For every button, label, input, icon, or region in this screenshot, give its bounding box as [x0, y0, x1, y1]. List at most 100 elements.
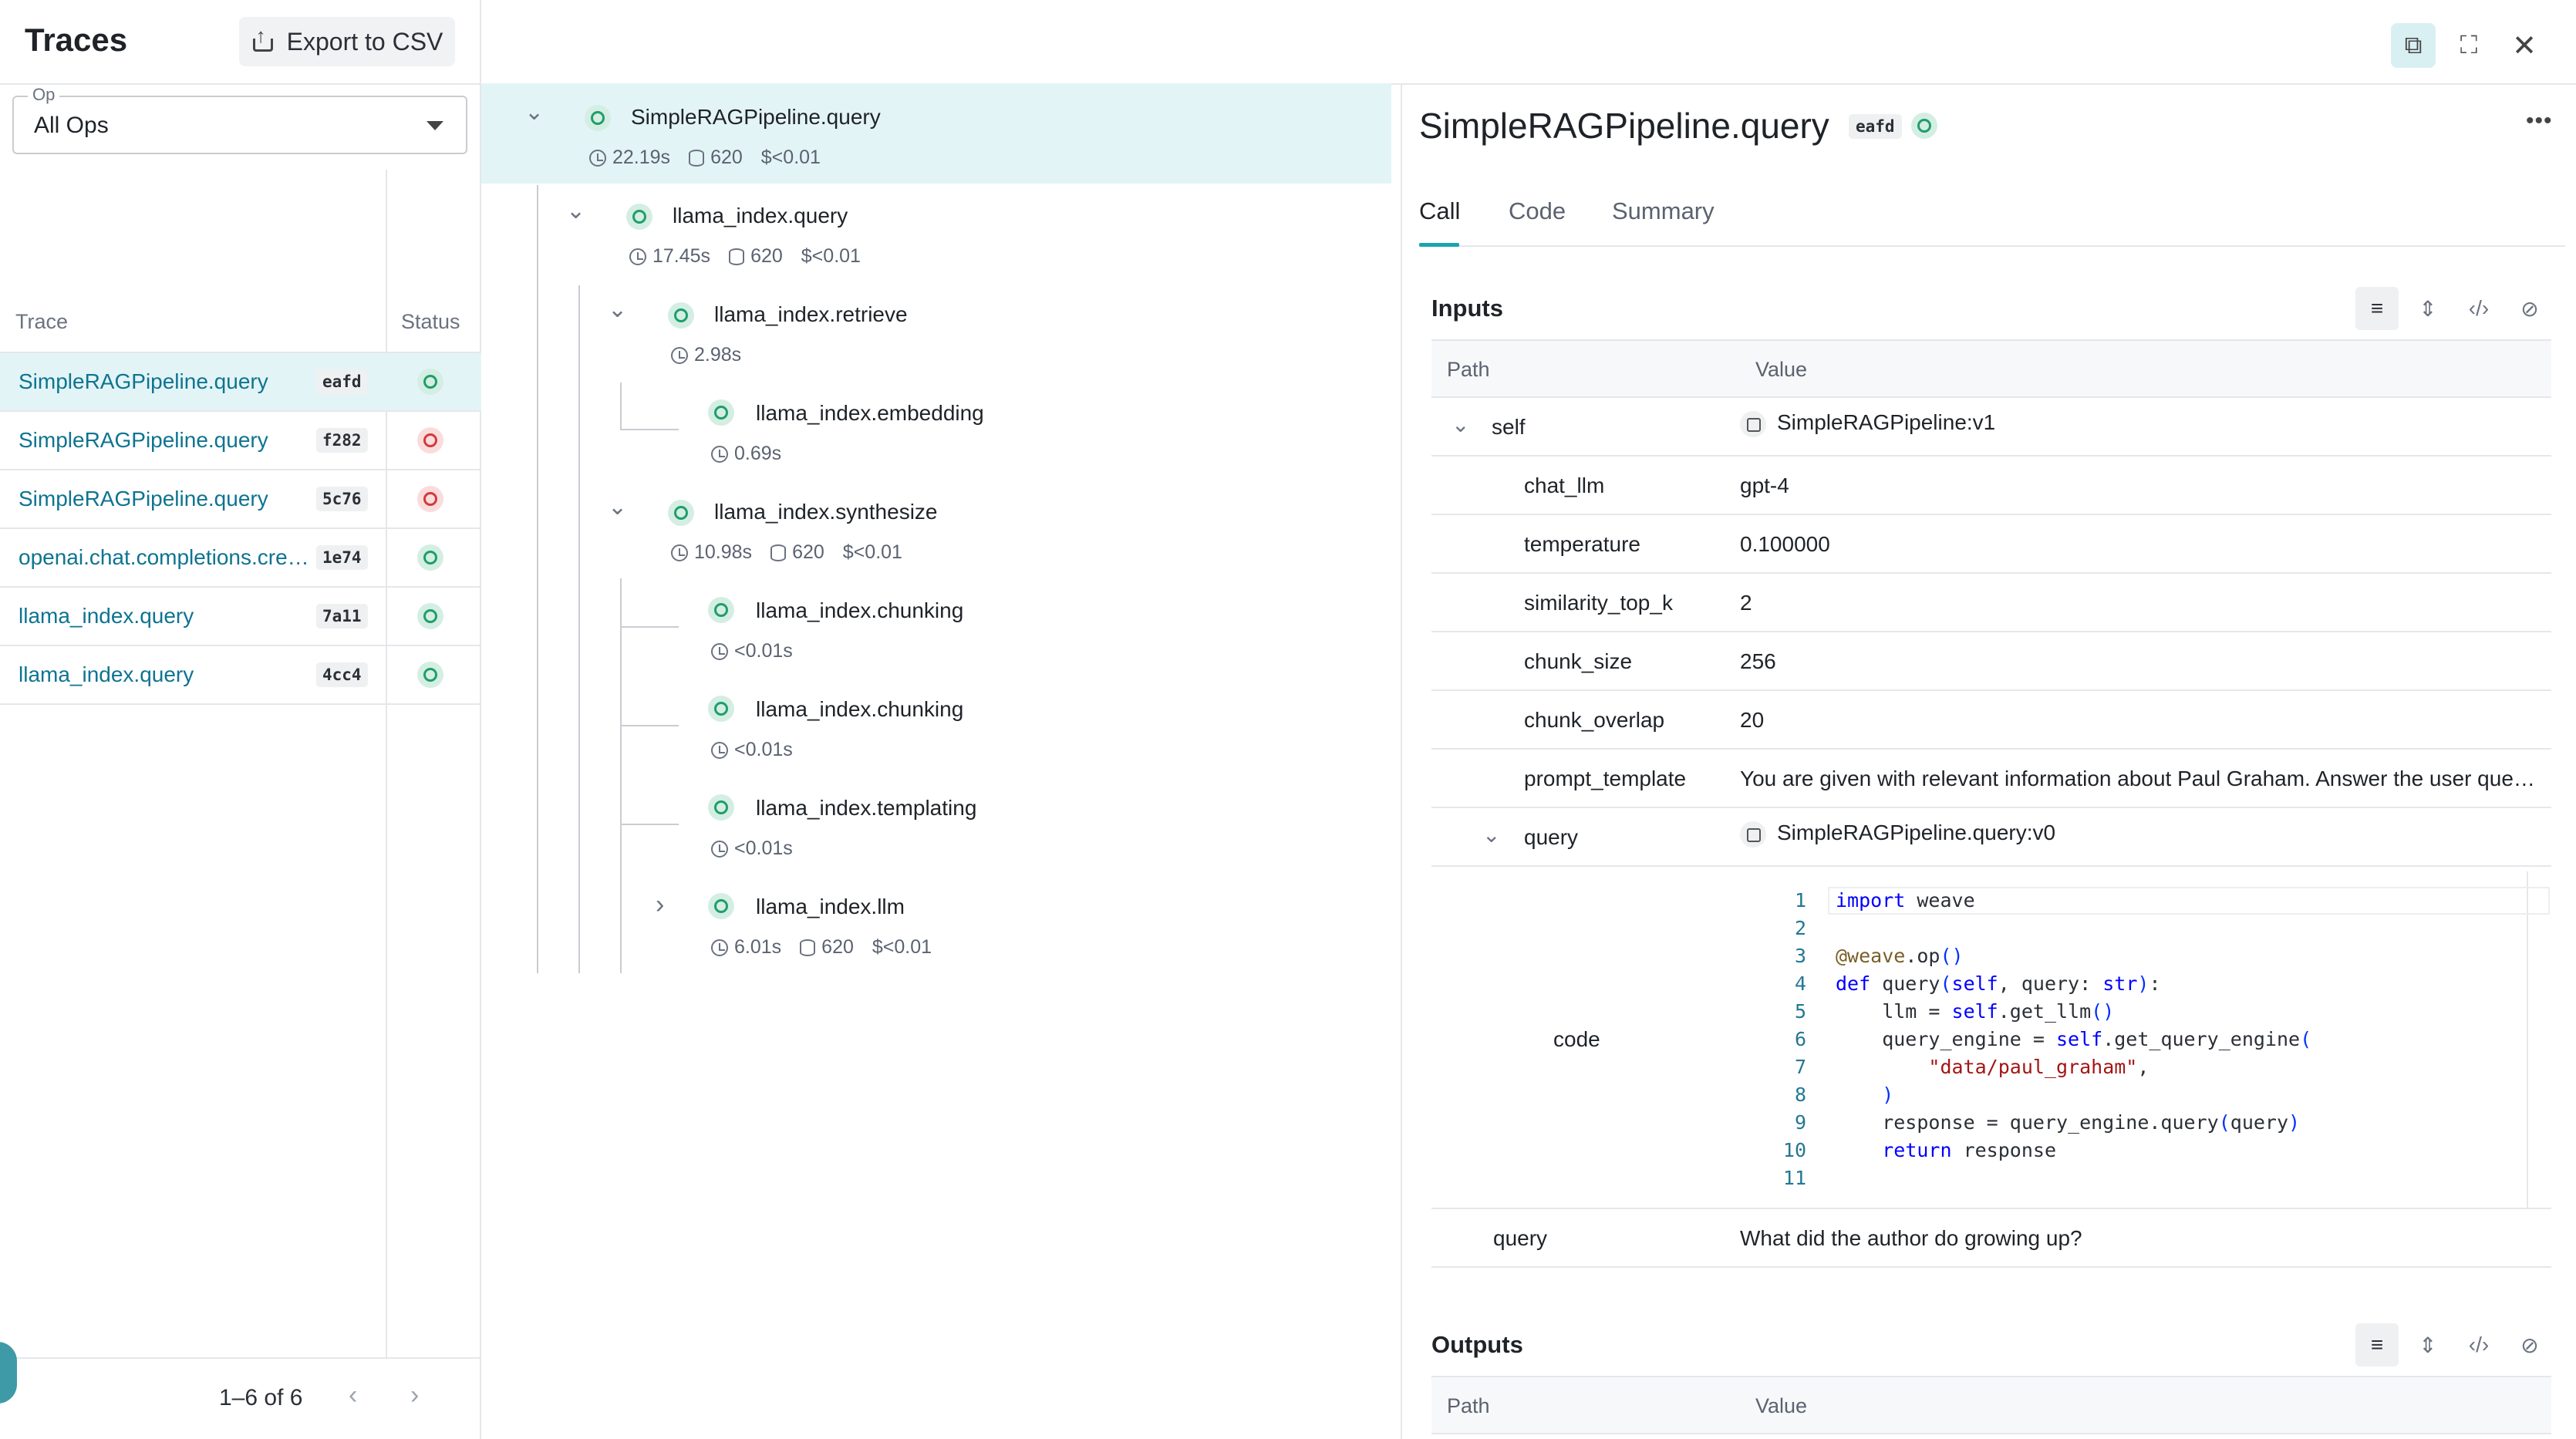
node-meta: <0.01s — [711, 640, 793, 662]
chevron-down-icon[interactable]: ⌄ — [608, 296, 627, 323]
node-name: llama_index.chunking — [756, 697, 964, 721]
chevron-right-icon[interactable]: › — [656, 890, 664, 920]
code-line: "data/paul_graham", — [1928, 1056, 2149, 1078]
table-row[interactable]: SimpleRAGPipeline.query f282 — [0, 412, 481, 470]
node-name: llama_index.query — [673, 204, 848, 227]
active-tab-indicator — [1419, 243, 1459, 247]
table-row[interactable]: llama_index.query 4cc4 — [0, 646, 481, 705]
input-key: query — [1493, 1226, 1548, 1250]
node-meta: 22.19s 620 $<0.01 — [589, 147, 821, 169]
input-row-query-ref[interactable]: ⌄ query SimpleRAGPipeline.query:v0 — [1431, 808, 2551, 867]
tree-connector — [537, 185, 538, 973]
trace-id-badge: eafd — [316, 369, 368, 394]
node-time: 2.98s — [694, 344, 742, 366]
trace-name-link[interactable]: SimpleRAGPipeline.query — [19, 428, 268, 453]
divider — [1419, 245, 2565, 247]
code-view-icon[interactable]: ‹/› — [2457, 1323, 2500, 1367]
trace-name-link[interactable]: llama_index.query — [19, 662, 194, 687]
hide-icon[interactable]: ⊘ — [2508, 287, 2551, 330]
expand-icon[interactable]: ⇕ — [2406, 287, 2450, 330]
chevron-down-icon[interactable]: ⌄ — [566, 197, 585, 224]
input-row: chunk_size 256 — [1431, 632, 2551, 691]
split-view-icon[interactable]: ⧉ — [2391, 23, 2436, 68]
chevron-right-icon[interactable]: › — [410, 1380, 419, 1410]
traces-title: Traces — [25, 22, 128, 58]
input-key: temperature — [1524, 532, 1640, 556]
node-tokens: 620 — [750, 245, 783, 267]
divider — [0, 1357, 481, 1359]
table-row[interactable]: openai.chat.completions.cre… 1e74 — [0, 529, 481, 588]
trace-name-link[interactable]: llama_index.query — [19, 604, 194, 629]
clock-icon — [629, 248, 646, 265]
tree-connector — [620, 578, 622, 973]
hide-icon[interactable]: ⊘ — [2508, 1323, 2551, 1367]
tab-code[interactable]: Code — [1509, 197, 1566, 225]
list-view-icon[interactable]: ≡ — [2355, 287, 2399, 330]
chevron-left-icon[interactable]: ‹ — [349, 1380, 357, 1410]
input-key: chunk_overlap — [1524, 708, 1665, 732]
clock-icon — [589, 149, 606, 167]
object-icon — [1740, 410, 1766, 437]
input-row: chunk_overlap 20 — [1431, 691, 2551, 750]
expand-icon[interactable]: ⇕ — [2406, 1323, 2450, 1367]
input-row: chat_llm gpt-4 — [1431, 457, 2551, 515]
input-key: self — [1492, 415, 1526, 439]
more-options-icon[interactable]: ••• — [2526, 108, 2553, 134]
trace-name-link[interactable]: SimpleRAGPipeline.query — [19, 369, 268, 394]
object-ref-link[interactable]: SimpleRAGPipeline:v1 — [1777, 410, 1995, 434]
column-header-trace[interactable]: Trace — [15, 310, 68, 334]
trace-id-badge: 1e74 — [316, 545, 368, 570]
outputs-title: Outputs — [1431, 1331, 1523, 1358]
fullscreen-icon[interactable]: ⛶ — [2446, 23, 2491, 68]
column-header-status[interactable]: Status — [401, 310, 460, 334]
tree-connector — [620, 382, 622, 429]
chevron-down-icon[interactable]: ⌄ — [524, 99, 544, 126]
success-status-icon — [585, 105, 611, 131]
op-ref-link[interactable]: SimpleRAGPipeline.query:v0 — [1777, 821, 2055, 844]
trace-id-badge: 7a11 — [316, 604, 368, 629]
chevron-down-icon[interactable]: ⌄ — [1452, 412, 1469, 437]
column-header-value: Value — [1755, 1394, 1808, 1417]
node-cost: $<0.01 — [801, 245, 861, 267]
chevron-down-icon[interactable]: ⌄ — [608, 494, 627, 521]
chevron-down-icon[interactable] — [427, 121, 443, 130]
node-time: <0.01s — [734, 739, 793, 760]
chevron-down-icon[interactable]: ⌄ — [1482, 822, 1500, 848]
outputs-toolbar: ≡ ⇕ ‹/› ⊘ — [2355, 1323, 2551, 1367]
input-key: chunk_size — [1524, 649, 1633, 673]
table-row[interactable]: llama_index.query 7a11 — [0, 588, 481, 646]
node-meta: <0.01s — [711, 837, 793, 860]
line-number: 5 — [1794, 1000, 1806, 1023]
input-row-self[interactable]: ⌄ self SimpleRAGPipeline:v1 — [1431, 398, 2551, 457]
tokens-icon — [770, 544, 787, 561]
export-icon — [251, 24, 275, 53]
close-icon[interactable]: ✕ — [2502, 23, 2547, 68]
success-status-icon — [417, 369, 443, 395]
success-status-icon — [417, 662, 443, 688]
line-number: 9 — [1794, 1111, 1806, 1134]
line-number: 4 — [1794, 972, 1806, 995]
node-cost: $<0.01 — [872, 936, 932, 958]
input-value[interactable]: SimpleRAGPipeline:v1 — [1740, 410, 1995, 437]
node-tokens: 620 — [710, 147, 743, 168]
trace-name-link[interactable]: openai.chat.completions.cre… — [19, 545, 309, 570]
column-header-value: Value — [1755, 358, 1808, 381]
line-number: 2 — [1794, 917, 1806, 939]
table-row[interactable]: SimpleRAGPipeline.query 5c76 — [0, 470, 481, 529]
line-number: 10 — [1782, 1139, 1806, 1161]
trace-tree — [481, 83, 1401, 1439]
success-status-icon — [417, 544, 443, 571]
code-view-icon[interactable]: ‹/› — [2457, 287, 2500, 330]
export-csv-label: Export to CSV — [286, 27, 443, 56]
tab-summary[interactable]: Summary — [1612, 197, 1715, 225]
list-view-icon[interactable]: ≡ — [2355, 1323, 2399, 1367]
table-row[interactable]: SimpleRAGPipeline.query eafd — [0, 353, 481, 412]
input-value[interactable]: SimpleRAGPipeline.query:v0 — [1740, 821, 2055, 848]
tab-call[interactable]: Call — [1419, 197, 1460, 225]
pagination-text: 1–6 of 6 — [219, 1385, 303, 1410]
input-row: temperature 0.100000 — [1431, 515, 2551, 574]
export-csv-button[interactable]: Export to CSV — [239, 17, 455, 66]
trace-name-link[interactable]: SimpleRAGPipeline.query — [19, 487, 268, 511]
input-value: 20 — [1740, 708, 1765, 732]
node-tokens: 620 — [821, 936, 854, 958]
